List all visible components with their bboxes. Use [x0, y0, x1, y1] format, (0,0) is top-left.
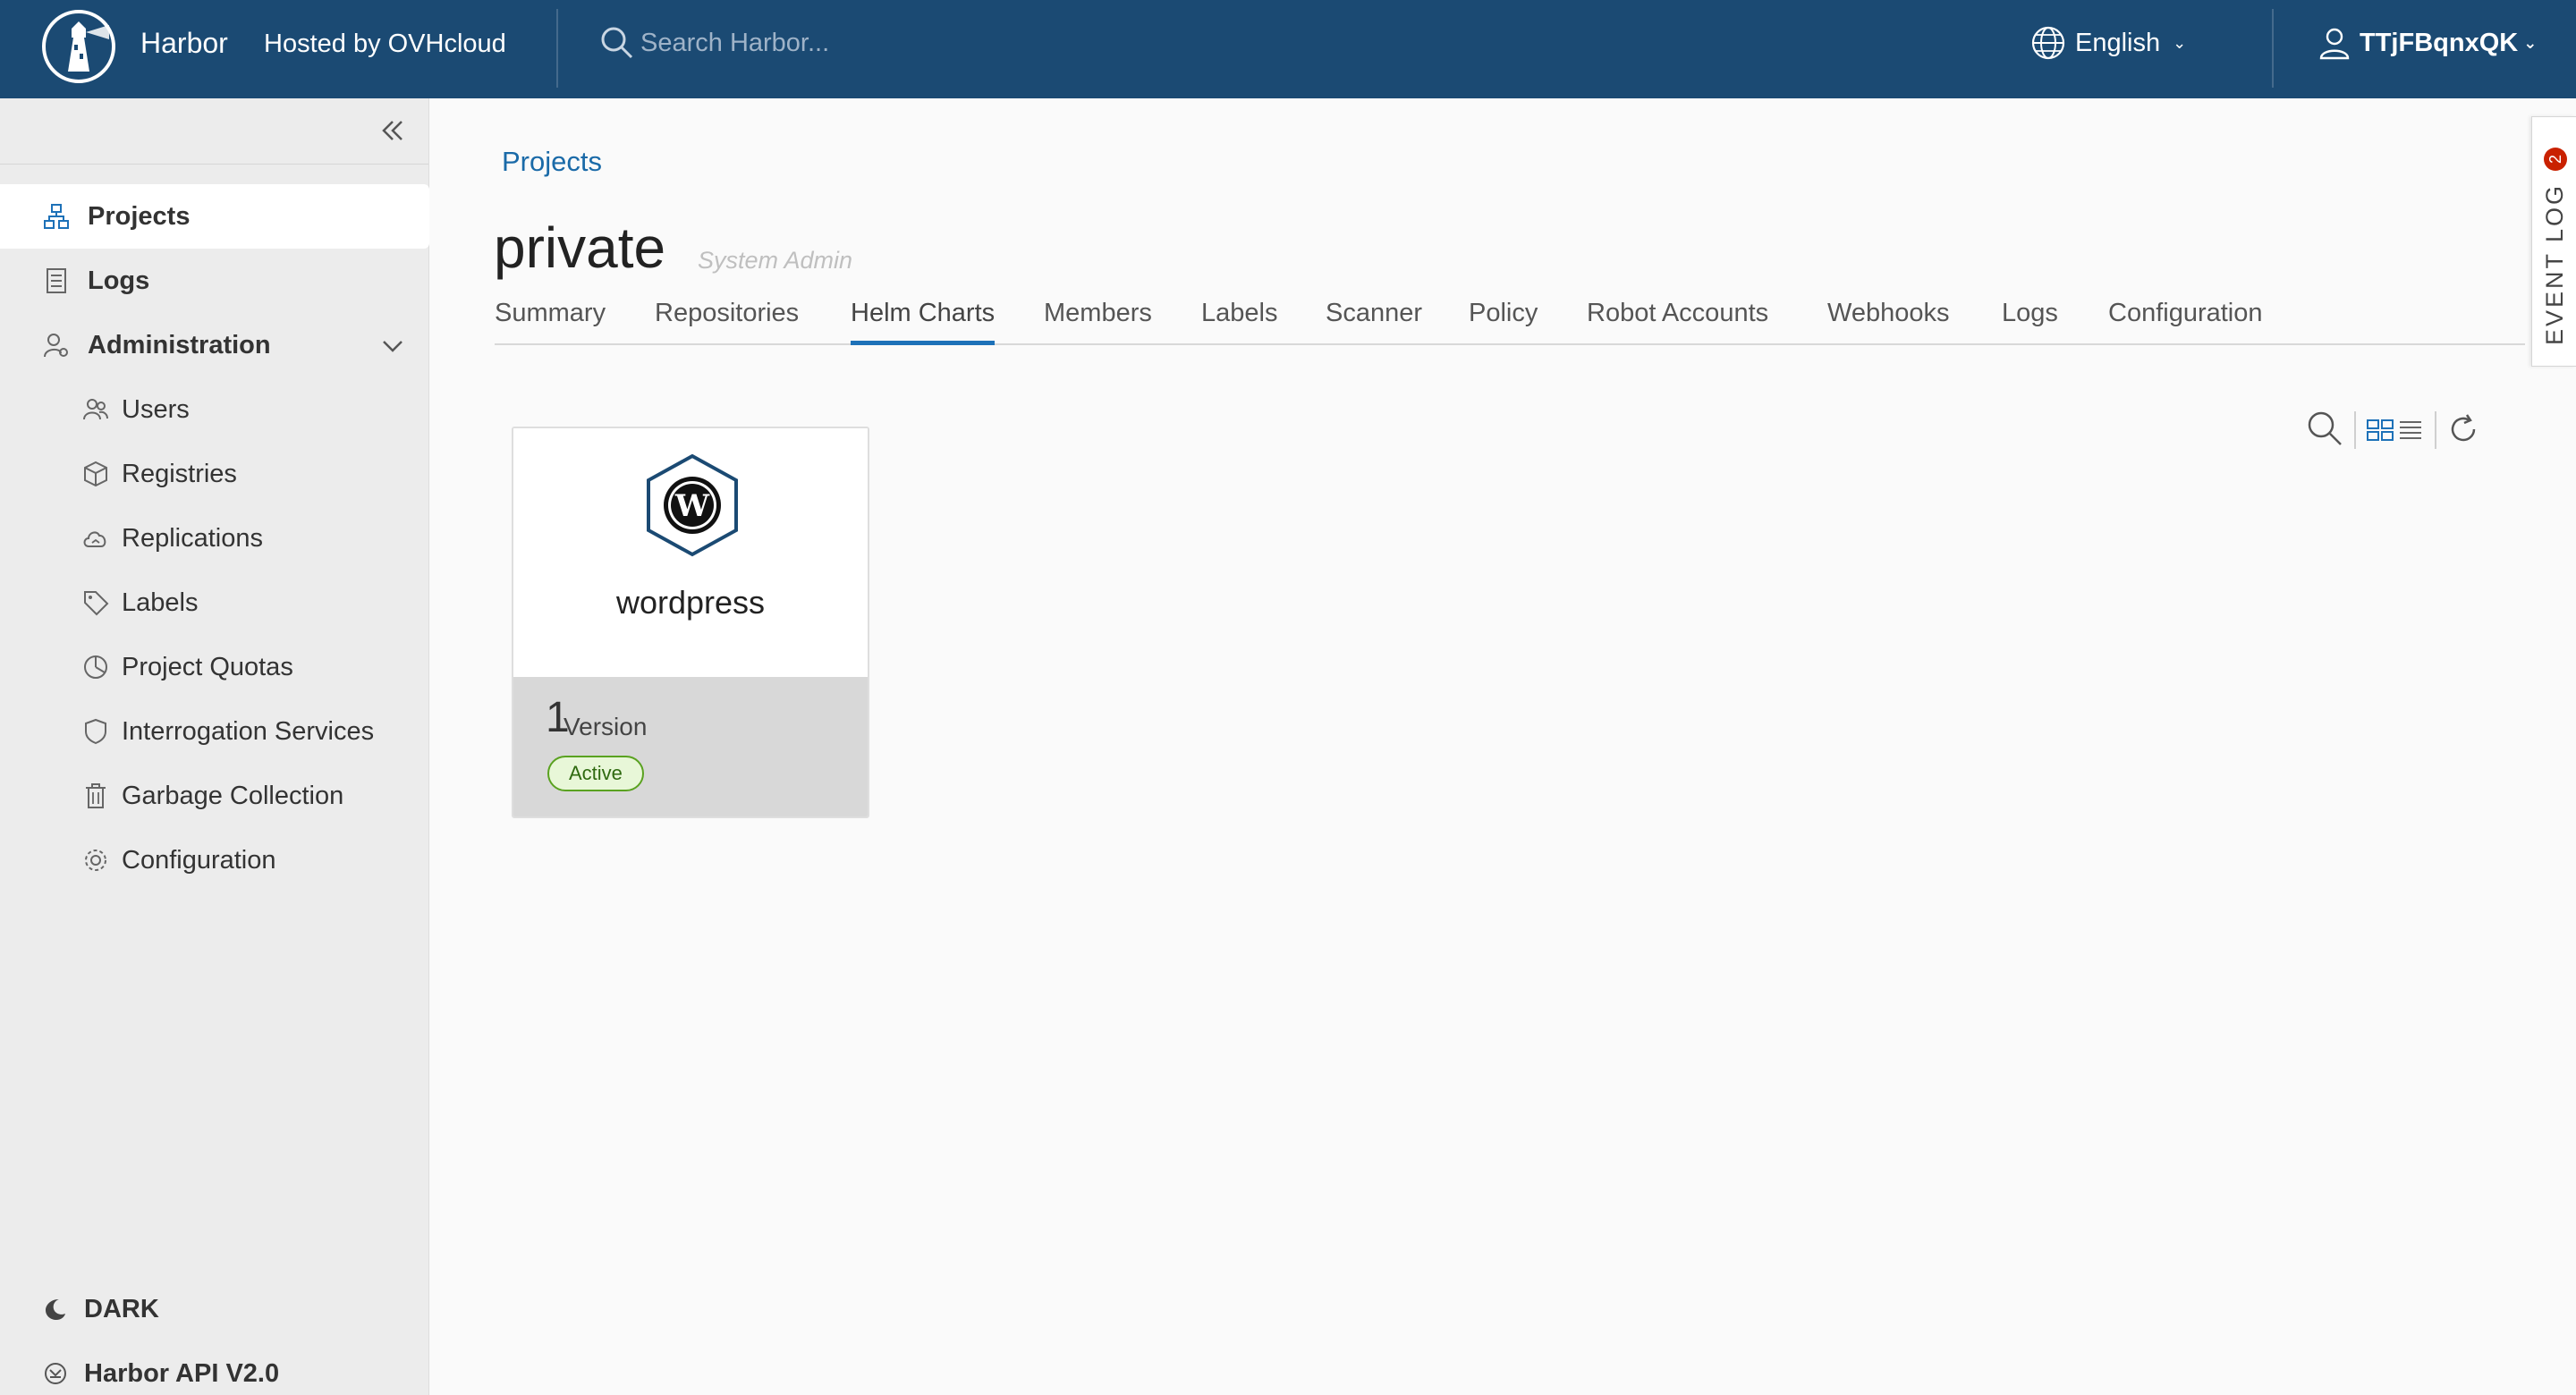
header-divider	[2272, 9, 2274, 88]
svg-text:W: W	[674, 488, 710, 524]
search-input[interactable]	[640, 28, 1088, 58]
tab-logs[interactable]: Logs	[2002, 299, 2058, 345]
sidebar-item-users[interactable]: Users	[0, 377, 429, 442]
sidebar-item-garbage-collection[interactable]: Garbage Collection	[0, 764, 429, 828]
dark-mode-toggle[interactable]: DARK	[0, 1282, 429, 1336]
sidebar-item-label: Administration	[88, 330, 271, 359]
collapse-sidebar-icon[interactable]	[377, 114, 409, 147]
sidebar-collapse-row	[0, 98, 428, 165]
projects-icon	[44, 204, 69, 229]
tag-icon	[84, 591, 109, 616]
sidebar-item-label: Garbage Collection	[122, 781, 344, 810]
replications-icon	[83, 531, 106, 547]
event-log-tab[interactable]: 2 EVENT LOG	[2531, 116, 2576, 367]
sidebar-item-label: Logs	[88, 266, 150, 295]
chart-name[interactable]: wordpress	[513, 584, 868, 621]
page-title: private	[494, 216, 666, 280]
dark-mode-label: DARK	[84, 1294, 159, 1323]
user-menu[interactable]: TTjFBqnxQK ⌄	[2317, 25, 2537, 61]
sidebar-item-label: Interrogation Services	[122, 716, 375, 746]
sidebar-item-interrogation-services[interactable]: Interrogation Services	[0, 699, 429, 764]
shield-icon	[85, 718, 106, 745]
search-icon	[601, 27, 633, 59]
sidebar-item-label: Configuration	[122, 845, 276, 875]
users-icon	[83, 399, 108, 420]
top-header: Harbor Hosted by OVHcloud English ⌄ TTjF…	[0, 0, 2576, 98]
version-label: Version	[564, 713, 648, 740]
toolbar-divider	[2354, 411, 2356, 449]
tab-scanner[interactable]: Scanner	[1326, 299, 1422, 345]
quota-icon	[84, 655, 107, 679]
status-badge: Active	[547, 756, 644, 791]
search-icon[interactable]	[2306, 410, 2343, 447]
event-log-label: EVENT LOG	[2541, 182, 2568, 345]
tab-policy[interactable]: Policy	[1469, 299, 1538, 345]
chevron-down-icon: ⌄	[2173, 33, 2187, 52]
chevron-down-icon: ⌄	[2523, 33, 2538, 52]
tab-labels[interactable]: Labels	[1201, 299, 1277, 345]
logs-icon	[47, 268, 66, 293]
hosted-by-text: Hosted by OVHcloud	[264, 30, 506, 58]
header-divider	[556, 9, 558, 88]
globe-icon	[2031, 26, 2065, 60]
gear-icon	[85, 850, 106, 871]
breadcrumb-projects[interactable]: Projects	[502, 146, 602, 178]
sidebar-item-configuration[interactable]: Configuration	[0, 828, 429, 892]
sidebar-item-projects[interactable]: Projects	[0, 184, 429, 249]
language-selector[interactable]: English ⌄	[2030, 25, 2186, 61]
tab-members[interactable]: Members	[1044, 299, 1152, 345]
chevron-down-icon	[383, 341, 402, 352]
sidebar-item-label: Project Quotas	[122, 652, 293, 681]
global-search[interactable]	[599, 25, 1088, 61]
chart-card-footer: 1 Version Active	[513, 677, 868, 816]
sidebar-item-label: Labels	[122, 588, 199, 617]
chart-card-header: W wordpress	[513, 428, 868, 677]
user-icon	[2319, 28, 2350, 60]
sidebar-item-label: Projects	[88, 201, 191, 231]
sidebar-item-label: Registries	[122, 459, 237, 488]
sidebar: Projects Logs Administration Users Regis…	[0, 98, 429, 1395]
sidebar-item-label: Replications	[122, 523, 263, 553]
sidebar-item-project-quotas[interactable]: Project Quotas	[0, 635, 429, 699]
tab-summary[interactable]: Summary	[495, 299, 606, 345]
list-view-icon[interactable]	[2399, 418, 2422, 442]
sidebar-item-labels[interactable]: Labels	[0, 571, 429, 635]
sidebar-item-replications[interactable]: Replications	[0, 506, 429, 571]
chart-card[interactable]: W wordpress 1 Version Active	[512, 427, 869, 818]
event-log-count: 2	[2544, 148, 2567, 171]
sidebar-item-administration[interactable]: Administration	[0, 313, 429, 377]
brand-name[interactable]: Harbor	[140, 27, 228, 60]
card-view-icon[interactable]	[2367, 418, 2394, 442]
tab-webhooks[interactable]: Webhooks	[1827, 299, 1950, 345]
tab-configuration[interactable]: Configuration	[2108, 299, 2263, 345]
moon-icon	[46, 1299, 65, 1320]
tab-robot-accounts[interactable]: Robot Accounts	[1587, 299, 1768, 345]
harbor-logo-icon[interactable]	[41, 9, 116, 84]
role-label: System Admin	[698, 247, 853, 274]
toolbar-divider	[2435, 411, 2436, 449]
tab-repositories[interactable]: Repositories	[655, 299, 799, 345]
harbor-api-label: Harbor API V2.0	[84, 1358, 280, 1388]
harbor-api-link[interactable]: Harbor API V2.0	[0, 1347, 429, 1395]
language-label: English	[2075, 28, 2161, 57]
registries-icon	[84, 461, 107, 487]
sidebar-item-registries[interactable]: Registries	[0, 442, 429, 506]
sidebar-item-logs[interactable]: Logs	[0, 249, 429, 313]
trash-icon	[86, 783, 106, 808]
wordpress-icon: W	[647, 453, 738, 557]
api-icon	[45, 1363, 66, 1384]
refresh-icon[interactable]	[2447, 413, 2479, 445]
project-tabs: Summary Repositories Helm Charts Members…	[495, 299, 2525, 345]
tab-helm-charts[interactable]: Helm Charts	[851, 299, 996, 345]
sidebar-item-label: Users	[122, 394, 190, 424]
administration-icon	[44, 334, 68, 358]
username: TTjFBqnxQK	[2360, 28, 2519, 57]
